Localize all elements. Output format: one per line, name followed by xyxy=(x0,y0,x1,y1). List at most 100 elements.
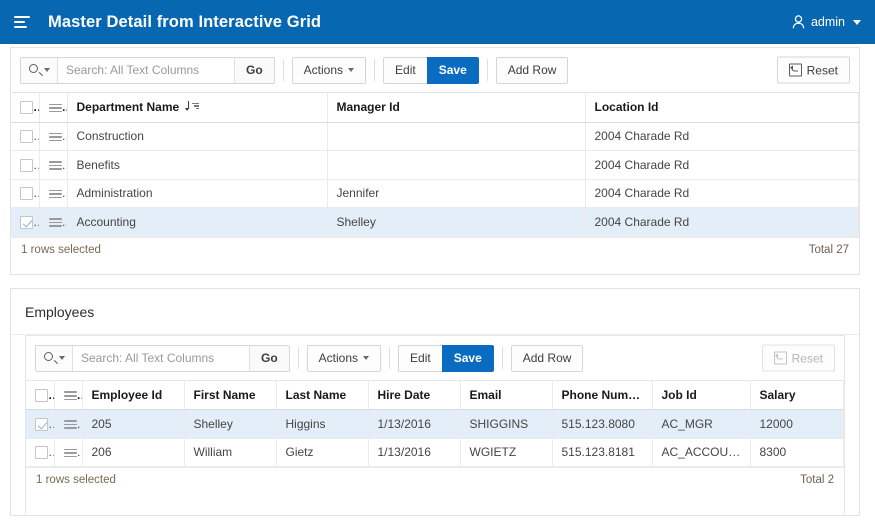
cell-job-id[interactable]: AC_ACCOUNT xyxy=(652,438,750,467)
search-input[interactable] xyxy=(58,58,234,83)
add-row-button[interactable]: Add Row xyxy=(496,57,569,84)
search-go-button[interactable]: Go xyxy=(249,346,289,371)
reset-button-wrap: Reset xyxy=(762,345,835,372)
row-checkbox[interactable] xyxy=(20,187,33,200)
cell-department-name[interactable]: Construction xyxy=(67,122,327,151)
cell-department-name[interactable]: Accounting xyxy=(67,208,327,237)
cell-email[interactable]: WGIETZ xyxy=(460,438,552,467)
row-actions-cell[interactable] xyxy=(54,438,82,467)
cell-location-id[interactable]: 2004 Charade Rd xyxy=(585,179,859,208)
row-actions-icon xyxy=(49,218,62,227)
row-actions-cell[interactable] xyxy=(54,410,82,439)
column-header-manager-id[interactable]: Manager Id xyxy=(327,93,585,122)
cell-hire-date[interactable]: 1/13/2016 xyxy=(368,438,460,467)
cell-manager-id[interactable]: Jennifer xyxy=(327,179,585,208)
cell-hire-date[interactable]: 1/13/2016 xyxy=(368,410,460,439)
cell-location-id[interactable]: 2004 Charade Rd xyxy=(585,151,859,180)
employees-toolbar: Go Actions Edit Save Add Row xyxy=(26,336,844,380)
row-checkbox[interactable] xyxy=(20,216,33,229)
row-select-cell[interactable] xyxy=(11,208,39,237)
add-row-button[interactable]: Add Row xyxy=(511,345,584,372)
select-all-header[interactable] xyxy=(26,381,54,410)
table-row[interactable]: Benefits 2004 Charade Rd xyxy=(11,151,859,180)
column-label: Department Name xyxy=(77,100,180,114)
search-icon[interactable] xyxy=(36,346,73,371)
row-actions-cell[interactable] xyxy=(39,208,67,237)
row-checkbox[interactable] xyxy=(35,418,48,431)
reset-button[interactable]: Reset xyxy=(777,57,850,84)
save-button[interactable]: Save xyxy=(442,345,494,372)
select-all-checkbox[interactable] xyxy=(35,389,48,402)
reset-button[interactable]: Reset xyxy=(762,345,835,372)
table-row[interactable]: Accounting Shelley 2004 Charade Rd xyxy=(11,208,859,237)
table-row[interactable]: Construction 2004 Charade Rd xyxy=(11,122,859,151)
cell-phone-number[interactable]: 515.123.8181 xyxy=(552,438,652,467)
cell-email[interactable]: SHIGGINS xyxy=(460,410,552,439)
cell-location-id[interactable]: 2004 Charade Rd xyxy=(585,122,859,151)
search-input[interactable] xyxy=(73,346,249,371)
row-actions-header[interactable] xyxy=(39,93,67,122)
cell-salary[interactable]: 8300 xyxy=(750,438,844,467)
user-menu[interactable]: admin xyxy=(792,0,861,44)
cell-employee-id[interactable]: 206 xyxy=(82,438,184,467)
row-actions-header[interactable] xyxy=(54,381,82,410)
row-actions-cell[interactable] xyxy=(39,151,67,180)
row-checkbox[interactable] xyxy=(20,130,33,143)
row-select-cell[interactable] xyxy=(11,179,39,208)
column-header-first-name[interactable]: First Name xyxy=(184,381,276,410)
row-select-cell[interactable] xyxy=(26,438,54,467)
cell-manager-id[interactable]: Shelley xyxy=(327,208,585,237)
chevron-down-icon xyxy=(348,68,354,72)
cell-location-id[interactable]: 2004 Charade Rd xyxy=(585,208,859,237)
cell-first-name[interactable]: Shelley xyxy=(184,410,276,439)
table-row[interactable]: 206 William Gietz 1/13/2016 WGIETZ 515.1… xyxy=(26,438,844,467)
row-checkbox[interactable] xyxy=(20,159,33,172)
cell-department-name[interactable]: Administration xyxy=(67,179,327,208)
column-header-salary[interactable]: Salary xyxy=(750,381,844,410)
cell-department-name[interactable]: Benefits xyxy=(67,151,327,180)
row-select-cell[interactable] xyxy=(26,410,54,439)
table-row[interactable]: 205 Shelley Higgins 1/13/2016 SHIGGINS 5… xyxy=(26,410,844,439)
cell-job-id[interactable]: AC_MGR xyxy=(652,410,750,439)
column-header-job-id[interactable]: Job Id xyxy=(652,381,750,410)
column-header-employee-id[interactable]: Employee Id xyxy=(82,381,184,410)
cell-manager-id[interactable] xyxy=(327,151,585,180)
hamburger-icon[interactable] xyxy=(0,0,44,44)
cell-phone-number[interactable]: 515.123.8080 xyxy=(552,410,652,439)
row-actions-cell[interactable] xyxy=(39,122,67,151)
column-header-location-id[interactable]: Location Id xyxy=(585,93,859,122)
column-header-last-name[interactable]: Last Name xyxy=(276,381,368,410)
actions-button[interactable]: Actions xyxy=(292,57,366,84)
column-header-department-name[interactable]: Department Name xyxy=(67,93,327,122)
sort-descending-icon xyxy=(186,101,199,112)
person-icon xyxy=(792,15,805,29)
edit-button[interactable]: Edit xyxy=(383,57,428,84)
select-all-checkbox[interactable] xyxy=(20,101,33,114)
departments-table-body: Construction 2004 Charade Rd Benefits 20… xyxy=(11,122,859,236)
select-all-header[interactable] xyxy=(11,93,39,122)
row-checkbox[interactable] xyxy=(35,446,48,459)
save-button[interactable]: Save xyxy=(427,57,479,84)
cell-first-name[interactable]: William xyxy=(184,438,276,467)
cell-last-name[interactable]: Higgins xyxy=(276,410,368,439)
table-row[interactable]: Administration Jennifer 2004 Charade Rd xyxy=(11,179,859,208)
search-go-button[interactable]: Go xyxy=(234,58,274,83)
employees-search-group: Go xyxy=(35,345,290,372)
cell-manager-id[interactable] xyxy=(327,122,585,151)
departments-grid-footer: 1 rows selected Total 27 xyxy=(11,237,859,262)
search-icon[interactable] xyxy=(21,58,58,83)
column-header-hire-date[interactable]: Hire Date xyxy=(368,381,460,410)
row-actions-cell[interactable] xyxy=(39,179,67,208)
column-header-email[interactable]: Email xyxy=(460,381,552,410)
magnifier-glyph xyxy=(44,352,56,364)
cell-employee-id[interactable]: 205 xyxy=(82,410,184,439)
edit-button[interactable]: Edit xyxy=(398,345,443,372)
cell-last-name[interactable]: Gietz xyxy=(276,438,368,467)
row-select-cell[interactable] xyxy=(11,151,39,180)
cell-salary[interactable]: 12000 xyxy=(750,410,844,439)
chevron-down-icon xyxy=(363,356,369,360)
row-select-cell[interactable] xyxy=(11,122,39,151)
edit-save-group: Edit Save xyxy=(383,57,479,84)
actions-button[interactable]: Actions xyxy=(307,345,381,372)
column-header-phone-number[interactable]: Phone Number.. xyxy=(552,381,652,410)
